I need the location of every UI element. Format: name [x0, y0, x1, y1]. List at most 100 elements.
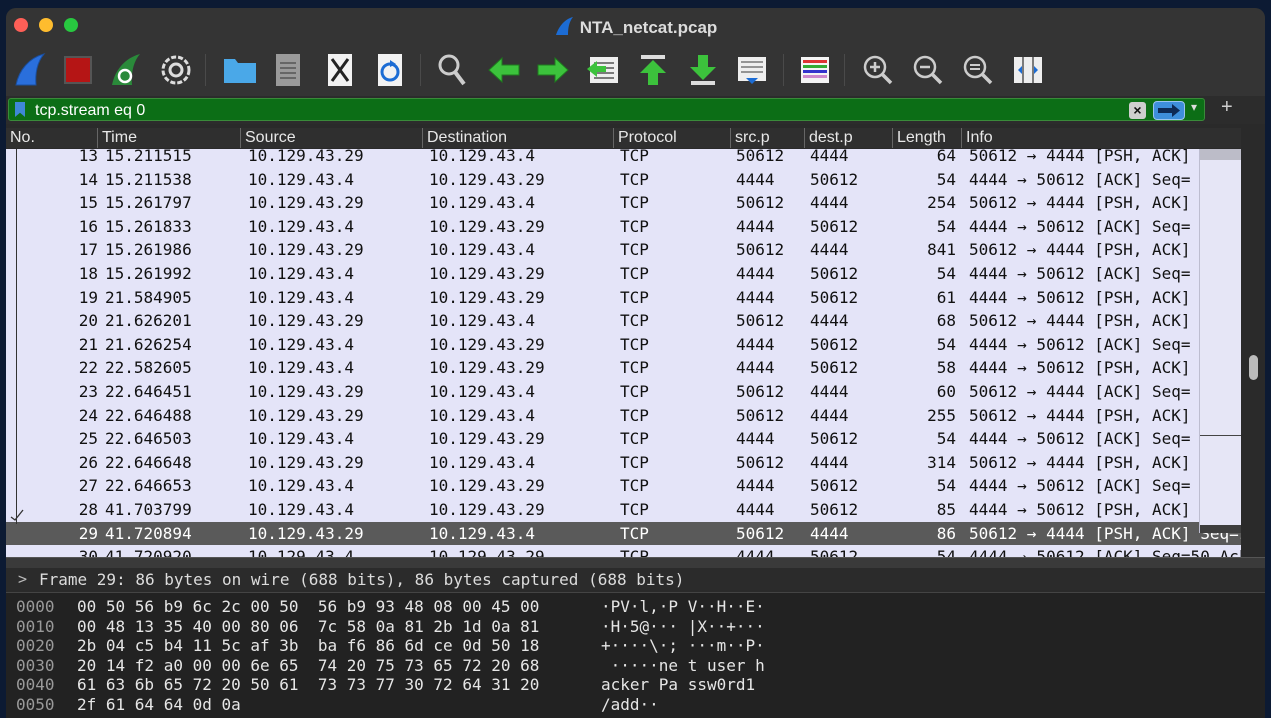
- column-header[interactable]: No.: [6, 128, 35, 148]
- reload-file-icon[interactable]: [370, 50, 410, 90]
- go-forward-icon[interactable]: [533, 50, 573, 90]
- column-header[interactable]: Length: [892, 128, 946, 148]
- clear-filter-icon[interactable]: ×: [1129, 102, 1146, 119]
- packet-sport: 4444: [736, 547, 775, 557]
- expand-arrow-icon[interactable]: >: [18, 570, 27, 588]
- apply-filter-button[interactable]: [1153, 101, 1185, 120]
- packet-row[interactable]: 13 15.211515 10.129.43.29 10.129.43.4 TCP 506…: [6, 149, 1241, 168]
- column-header[interactable]: Time: [97, 128, 137, 148]
- zoom-in-icon[interactable]: [858, 50, 898, 90]
- column-header[interactable]: Source: [240, 128, 296, 148]
- find-packet-icon[interactable]: [432, 50, 472, 90]
- packet-row[interactable]: 28 41.703799 10.129.43.4 10.129.43.29 TCP 444…: [6, 498, 1241, 522]
- packet-proto: TCP: [620, 382, 649, 401]
- colorize-icon[interactable]: [795, 50, 835, 90]
- column-header[interactable]: dest.p: [804, 128, 853, 148]
- packet-list-scrollbar[interactable]: [1241, 149, 1265, 557]
- packet-dport: 50612: [810, 287, 859, 307]
- ascii-bytes[interactable]: ·H·5@··· |X··+···: [601, 617, 765, 636]
- scrollbar-thumb[interactable]: [1249, 355, 1258, 380]
- minimap-selected: [1200, 525, 1242, 533]
- stop-capture-icon[interactable]: [58, 50, 98, 90]
- frame-summary[interactable]: Frame 29: 86 bytes on wire (688 bits), 8…: [39, 570, 684, 589]
- packet-row[interactable]: 17 15.261986 10.129.43.29 10.129.43.4 TCP 506…: [6, 238, 1241, 262]
- hex-bytes[interactable]: 61 63 6b 65 72 20 50 61 73 73 77 30 72 6…: [77, 675, 539, 694]
- resize-columns-icon[interactable]: [1008, 50, 1048, 90]
- packet-row[interactable]: 14 15.211538 10.129.43.4 10.129.43.29 TCP 444…: [6, 168, 1241, 192]
- ascii-bytes[interactable]: +····\·; ···m··P·: [601, 636, 765, 655]
- packet-row[interactable]: 16 15.261833 10.129.43.4 10.129.43.29 TCP 444…: [6, 215, 1241, 239]
- save-file-icon[interactable]: [268, 50, 308, 90]
- packet-time: 15.261833: [105, 216, 192, 236]
- packet-row[interactable]: 20 21.626201 10.129.43.29 10.129.43.4 TCP 506…: [6, 309, 1241, 333]
- close-file-icon[interactable]: [320, 50, 360, 90]
- title-bar: NTA_netcat.pcap: [6, 8, 1265, 44]
- packet-dst: 10.129.43.4: [429, 149, 535, 165]
- ascii-bytes[interactable]: /add··: [601, 695, 659, 714]
- filter-history-dropdown-icon[interactable]: ▾: [1191, 100, 1197, 114]
- restart-capture-icon[interactable]: [106, 50, 146, 90]
- selected-packet-row[interactable]: 29 41.720894 10.129.43.29 10.129.43.4 TCP 506…: [6, 521, 1241, 546]
- packet-row[interactable]: 18 15.261992 10.129.43.4 10.129.43.29 TCP 444…: [6, 262, 1241, 286]
- packet-proto: TCP: [620, 405, 649, 425]
- autoscroll-icon[interactable]: [732, 50, 772, 90]
- packet-sport: 50612: [736, 523, 785, 543]
- column-header[interactable]: Info: [961, 128, 993, 148]
- ascii-bytes[interactable]: acker Pa ssw0rd1: [601, 675, 765, 694]
- column-header[interactable]: Protocol: [613, 128, 677, 148]
- packet-row[interactable]: 23 22.646451 10.129.43.29 10.129.43.4 TCP 506…: [6, 380, 1241, 404]
- ascii-bytes[interactable]: ·PV·l,·P V··H··E·: [601, 597, 765, 616]
- packet-no: 20: [78, 311, 98, 331]
- hex-bytes[interactable]: 2b 04 c5 b4 11 5c af 3b ba f6 86 6d ce 0…: [77, 636, 539, 655]
- hex-bytes[interactable]: 20 14 f2 a0 00 00 6e 65 74 20 75 73 65 7…: [77, 656, 539, 675]
- packet-dport: 4444: [810, 149, 849, 165]
- byte-offset: 0000: [16, 597, 55, 616]
- packet-no: 22: [78, 358, 98, 378]
- last-packet-icon[interactable]: [683, 50, 723, 90]
- display-filter-input[interactable]: tcp.stream eq 0 × ▾: [8, 98, 1205, 121]
- packet-minimap[interactable]: [1199, 149, 1242, 533]
- go-back-icon[interactable]: [484, 50, 524, 90]
- packet-sport: 50612: [736, 405, 785, 425]
- filter-bookmark-icon[interactable]: [15, 102, 25, 117]
- packet-sport: 4444: [736, 500, 775, 519]
- packet-time: 22.646503: [105, 429, 192, 449]
- first-packet-icon[interactable]: [633, 50, 673, 90]
- packet-row[interactable]: 22 22.582605 10.129.43.4 10.129.43.29 TCP 444…: [6, 356, 1241, 380]
- column-header[interactable]: src.p: [730, 128, 770, 148]
- go-to-packet-icon[interactable]: [583, 50, 623, 90]
- filter-expression[interactable]: tcp.stream eq 0: [35, 102, 145, 120]
- hex-bytes[interactable]: 00 48 13 35 40 00 80 06 7c 58 0a 81 2b 1…: [77, 617, 539, 636]
- byte-offset: 0040: [16, 675, 55, 695]
- packet-dst: 10.129.43.29: [429, 547, 545, 557]
- ascii-bytes[interactable]: ·····ne t user h: [601, 656, 765, 675]
- packet-row[interactable]: 25 22.646503 10.129.43.4 10.129.43.29 TCP 444…: [6, 427, 1241, 451]
- packet-proto: TCP: [620, 547, 649, 557]
- hex-bytes[interactable]: 00 50 56 b9 6c 2c 00 50 56 b9 93 48 08 0…: [77, 597, 539, 616]
- column-header[interactable]: Destination: [422, 128, 507, 148]
- bytes-row: 0000 00 50 56 b9 6c 2c 00 50 56 b9 93 48 …: [6, 597, 1265, 617]
- packet-sport: 4444: [736, 334, 775, 354]
- packet-src: 10.129.43.4: [248, 358, 354, 378]
- zoom-out-icon[interactable]: [908, 50, 948, 90]
- packet-no: 15: [78, 193, 98, 213]
- normal-size-icon[interactable]: [958, 50, 998, 90]
- packet-row[interactable]: 21 21.626254 10.129.43.4 10.129.43.29 TCP 444…: [6, 333, 1241, 357]
- packet-time: 22.582605: [105, 358, 192, 378]
- packet-time: 21.626201: [105, 311, 192, 331]
- packet-len: 54: [936, 264, 956, 283]
- packet-row[interactable]: 30 41.720920 10.129.43.4 10.129.43.29 TCP 444…: [6, 545, 1241, 557]
- add-filter-button-icon[interactable]: +: [1221, 96, 1233, 119]
- hex-bytes[interactable]: 2f 61 64 64 0d 0a: [77, 695, 260, 714]
- packet-row[interactable]: 27 22.646653 10.129.43.4 10.129.43.29 TCP 444…: [6, 474, 1241, 498]
- packet-row[interactable]: 24 22.646488 10.129.43.29 10.129.43.4 TCP 506…: [6, 404, 1241, 428]
- packet-src: 10.129.43.4: [248, 547, 354, 557]
- start-capture-icon[interactable]: [10, 50, 50, 90]
- open-file-icon[interactable]: [220, 50, 260, 90]
- capture-options-icon[interactable]: [156, 50, 196, 90]
- packet-row[interactable]: 26 22.646648 10.129.43.29 10.129.43.4 TCP 506…: [6, 451, 1241, 475]
- conversation-line: [16, 149, 17, 524]
- packet-no: 13: [78, 149, 98, 165]
- packet-row[interactable]: 15 15.261797 10.129.43.29 10.129.43.4 TCP 506…: [6, 191, 1241, 215]
- packet-row[interactable]: 19 21.584905 10.129.43.4 10.129.43.29 TCP 444…: [6, 286, 1241, 310]
